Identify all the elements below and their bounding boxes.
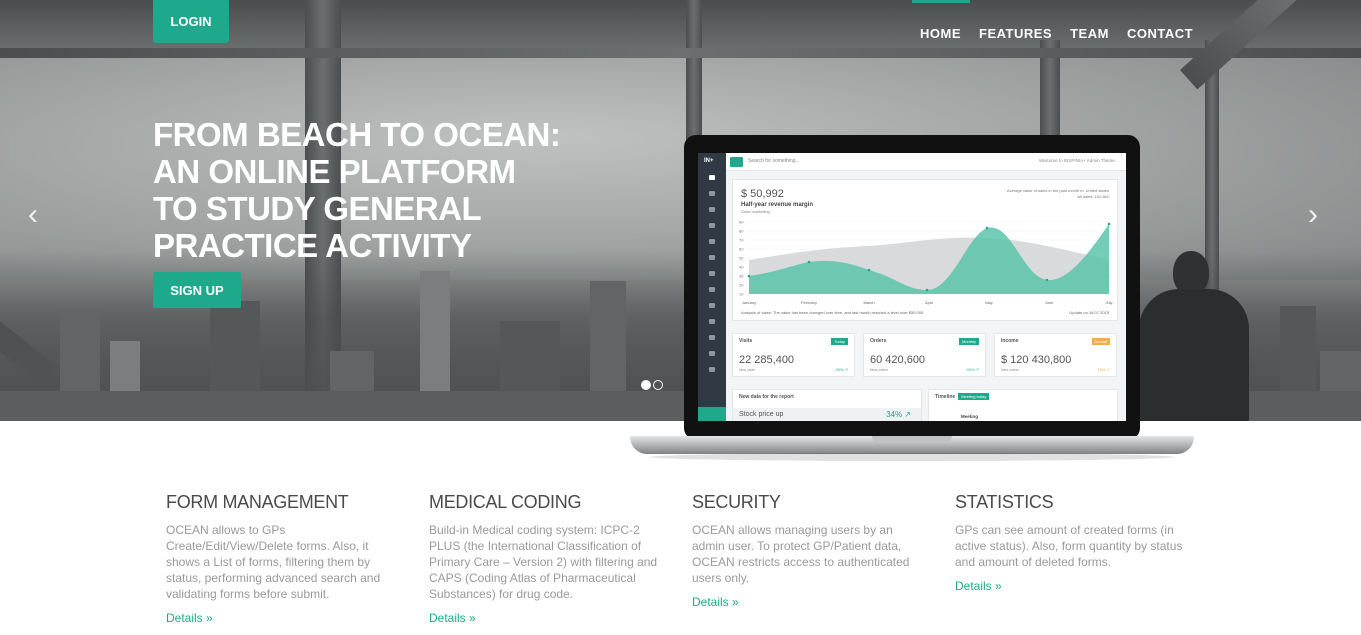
- globe-icon: [709, 271, 715, 276]
- flask-icon: [709, 223, 715, 228]
- revenue-card: $ 50,992 Half-year revenue margin Sales …: [732, 179, 1118, 321]
- revenue-chart: 90 80 70 60 50 40 30 20 10 January February March A…: [739, 220, 1113, 305]
- laptop-icon: [709, 303, 715, 308]
- chart-y-tick: 70: [739, 238, 744, 243]
- chart-y-tick: 30: [739, 274, 744, 279]
- feature-title: STATISTICS: [955, 492, 1054, 512]
- chart-x-tick: May: [985, 300, 993, 305]
- report-card: New data for the report Stock price up 3…: [732, 389, 922, 421]
- menu-toggle-icon: [730, 157, 743, 167]
- revenue-summary: Average value of sales in the past month…: [1007, 188, 1109, 199]
- revenue-subtitle: Sales marketing.: [741, 209, 771, 214]
- headline-line: AN ONLINE PLATFORM: [153, 153, 516, 190]
- feature-details-link[interactable]: Details »: [955, 579, 1185, 593]
- nav-home[interactable]: HOME: [912, 0, 970, 41]
- feature-text: OCEAN allows managing users by an admin …: [692, 523, 910, 585]
- chart-x-tick: July: [1105, 300, 1112, 305]
- sidebar-footer: [698, 407, 726, 421]
- edit-icon: [709, 239, 715, 244]
- feature-details-link[interactable]: Details »: [429, 611, 659, 625]
- flask-icon: [709, 287, 715, 292]
- desktop-icon: [709, 255, 715, 260]
- dashboard-welcome: Welcome to INSPINIA+ Admin Theme.: [1039, 158, 1116, 163]
- revenue-footnote: Analysis of sales: The value has been ch…: [741, 310, 925, 315]
- chart-x-tick: January: [742, 300, 756, 305]
- chart-x-tick: April: [925, 300, 933, 305]
- chart-x-tick: March: [863, 300, 874, 305]
- feature-text: GPs can see amount of created forms (in …: [955, 523, 1183, 569]
- picture-icon: [709, 335, 715, 340]
- feature-details-link[interactable]: Details »: [166, 611, 396, 625]
- headline-line: TO STUDY GENERAL: [153, 190, 482, 227]
- dashboard-logo: IN+: [704, 158, 714, 164]
- headline-line: PRACTICE ACTIVITY: [153, 227, 472, 264]
- feature-form-management: FORM MANAGEMENT OCEAN allows to GPs Crea…: [166, 492, 396, 625]
- chart-x-tick: June: [1045, 300, 1054, 305]
- revenue-title: Half-year revenue margin: [741, 202, 814, 208]
- feature-details-link[interactable]: Details »: [692, 595, 922, 609]
- dashboard-topbar: Search for something... Welcome to INSPI…: [726, 153, 1126, 171]
- main-nav: HOME FEATURES TEAM CONTACT: [912, 0, 1211, 41]
- laptop-mockup: IN+ Search for something... Welcome to I…: [630, 135, 1194, 461]
- laptop-bezel: IN+ Search for something... Welcome to I…: [684, 135, 1140, 440]
- dashboard-search: Search for something...: [748, 158, 800, 164]
- feature-text: OCEAN allows to GPs Create/Edit/View/Del…: [166, 523, 381, 601]
- feature-medical-coding: MEDICAL CODING Build-in Medical coding s…: [429, 492, 659, 625]
- table-icon: [709, 319, 715, 324]
- revenue-update: Update on 16.07.2015: [1069, 310, 1109, 315]
- dashboard-icon: [709, 175, 715, 180]
- dashboard-screenshot: IN+ Search for something... Welcome to I…: [698, 153, 1126, 421]
- nav-contact[interactable]: CONTACT: [1127, 26, 1193, 41]
- feature-security: SECURITY OCEAN allows managing users by …: [692, 492, 922, 609]
- orders-card: Orders Monthly 60 420,600 New orders 40%…: [863, 333, 986, 377]
- chart-y-tick: 40: [739, 265, 744, 270]
- feature-title: FORM MANAGEMENT: [166, 492, 349, 512]
- feature-text: Build-in Medical coding system: ICPC-2 P…: [429, 523, 658, 601]
- carousel-prev-icon[interactable]: ‹: [28, 200, 38, 230]
- headline-line: FROM BEACH TO OCEAN:: [153, 116, 561, 153]
- signup-button[interactable]: SIGN UP: [153, 272, 241, 308]
- feature-title: SECURITY: [692, 492, 781, 512]
- visits-card: Visits Today 22 285,400 New visits 20% ↗: [732, 333, 855, 377]
- revenue-value: $ 50,992: [741, 188, 784, 200]
- chart-icon: [709, 191, 715, 196]
- chart-x-tick: February: [801, 300, 817, 305]
- carousel-next-icon[interactable]: ›: [1308, 200, 1318, 230]
- chart-y-tick: 10: [739, 292, 744, 297]
- feature-statistics: STATISTICS GPs can see amount of created…: [955, 492, 1185, 593]
- timeline-card: Timeline Meeting today Meeting: [928, 389, 1118, 421]
- report-row: Stock price up 34% ↗: [733, 408, 921, 421]
- login-button[interactable]: LOGIN: [153, 0, 229, 43]
- income-card: Income Annual $ 120 430,800 New orders 1…: [994, 333, 1117, 377]
- hero-headline: FROM BEACH TO OCEAN: AN ONLINE PLATFORM …: [153, 116, 623, 264]
- nav-features[interactable]: FEATURES: [979, 26, 1052, 41]
- mail-icon: [709, 207, 715, 212]
- chart-y-tick: 60: [739, 247, 744, 252]
- wrench-icon: [709, 367, 715, 372]
- feature-title: MEDICAL CODING: [429, 492, 582, 512]
- nav-team[interactable]: TEAM: [1070, 26, 1109, 41]
- chart-y-tick: 90: [739, 220, 744, 225]
- dashboard-sidebar: IN+: [698, 153, 726, 421]
- chart-y-tick: 50: [739, 256, 744, 261]
- window-frame: [0, 48, 1361, 58]
- laptop-base: [630, 436, 1194, 454]
- sitemap-icon: [709, 351, 715, 356]
- chart-y-tick: 20: [739, 283, 744, 288]
- chart-y-tick: 80: [739, 229, 744, 234]
